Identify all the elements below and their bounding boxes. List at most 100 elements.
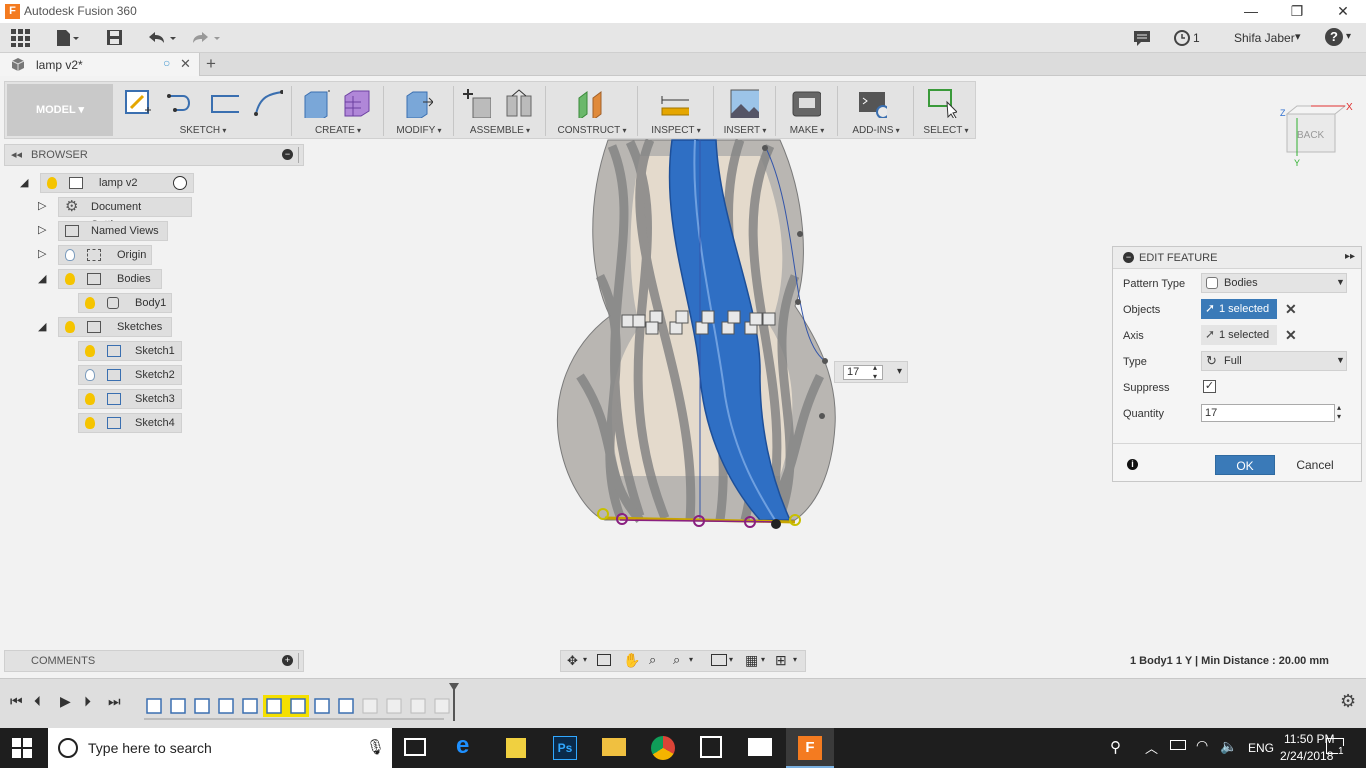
viewports-icon[interactable]: ⊞ xyxy=(775,652,787,669)
suppressed-feature-icon[interactable] xyxy=(386,698,402,714)
new-component-icon[interactable] xyxy=(461,88,491,118)
shell-feature-icon[interactable] xyxy=(242,698,258,714)
fusion-taskbar-button[interactable]: F xyxy=(786,728,834,768)
sticky-notes-icon[interactable] xyxy=(506,738,526,758)
sketch-feature-icon[interactable] xyxy=(194,698,210,714)
visibility-bulb-icon[interactable] xyxy=(85,345,95,357)
measure-icon[interactable] xyxy=(659,88,689,118)
tree-node-sketches[interactable]: Sketches xyxy=(58,317,172,337)
visibility-bulb-icon[interactable] xyxy=(85,393,95,405)
step-back-icon[interactable]: ⏴ xyxy=(34,693,41,710)
clear-axis-icon[interactable]: ✕ xyxy=(1285,327,1297,344)
sketch-group-label[interactable]: SKETCH xyxy=(117,125,289,136)
file-explorer-icon[interactable] xyxy=(602,738,626,756)
step-forward-icon[interactable]: ⏵ xyxy=(84,693,91,710)
browser-options-icon[interactable]: − xyxy=(282,149,293,160)
line-tool-icon[interactable] xyxy=(165,88,195,118)
expand-triangle-icon[interactable]: ▷ xyxy=(38,199,46,212)
toolbar-group-select[interactable]: SELECT xyxy=(917,82,975,138)
undo-icon[interactable] xyxy=(146,28,180,48)
expand-triangle-icon[interactable]: ◢ xyxy=(38,320,46,333)
suppress-checkbox[interactable]: ✓ xyxy=(1203,380,1216,393)
toolbar-group-sketch[interactable]: SKETCH xyxy=(117,82,289,138)
insert-group-label[interactable]: INSERT xyxy=(717,125,773,136)
collapse-browser-icon[interactable]: ◂◂ xyxy=(11,148,22,161)
view-cube[interactable]: BACK X Y Z xyxy=(1275,96,1359,168)
add-ins-group-label[interactable]: ADD-INS xyxy=(841,125,911,136)
toolbar-group-create[interactable]: CREATE xyxy=(295,82,381,138)
panel-resize-handle[interactable] xyxy=(298,147,299,163)
chevron-down-icon[interactable]: ▾ xyxy=(689,655,693,664)
tree-node-origin[interactable]: Origin xyxy=(58,245,152,265)
show-hidden-icons-chevron-icon[interactable]: ︿ xyxy=(1145,738,1158,757)
chevron-down-icon[interactable]: ▾ xyxy=(761,655,765,664)
activate-component-icon[interactable] xyxy=(173,176,187,190)
insert-image-icon[interactable] xyxy=(729,88,759,118)
go-to-end-icon[interactable]: ⏭ xyxy=(108,693,121,710)
comment-icon[interactable] xyxy=(1132,28,1152,48)
toolbar-group-insert[interactable]: INSERT xyxy=(717,82,773,138)
tree-node-body1[interactable]: Body1 xyxy=(78,293,172,313)
user-name[interactable]: Shifa Jaber xyxy=(1234,31,1295,45)
modify-group-label[interactable]: MODIFY xyxy=(387,125,451,136)
select-group-label[interactable]: SELECT xyxy=(917,125,975,136)
make-group-label[interactable]: MAKE xyxy=(779,125,835,136)
help-chevron-icon[interactable]: ▾ xyxy=(1346,31,1351,42)
document-tab[interactable]: lamp v2* ○ ✕ xyxy=(0,53,200,76)
job-status-icon[interactable] xyxy=(1173,28,1191,48)
scripts-add-ins-icon[interactable] xyxy=(857,88,887,118)
tree-node-sketch2[interactable]: Sketch2 xyxy=(78,365,182,385)
toolbar-group-inspect[interactable]: INSPECT xyxy=(641,82,711,138)
extrude-feature-icon[interactable] xyxy=(218,698,234,714)
task-view-icon[interactable] xyxy=(404,738,426,756)
close-tab-icon[interactable]: ✕ xyxy=(180,56,191,72)
pattern-type-select[interactable]: Bodies ▼ xyxy=(1201,273,1347,293)
workspace-switcher[interactable]: MODEL ▾ xyxy=(7,84,113,136)
loft-feature-icon[interactable] xyxy=(170,698,186,714)
restore-button[interactable]: ❐ xyxy=(1274,0,1320,23)
offset-plane-icon[interactable] xyxy=(575,88,605,118)
minimize-button[interactable]: — xyxy=(1228,0,1274,23)
create-group-label[interactable]: CREATE xyxy=(295,125,381,136)
windows-start-icon[interactable] xyxy=(12,738,36,762)
mail-icon[interactable] xyxy=(748,738,772,756)
expand-dialog-icon[interactable]: ▸▸ xyxy=(1345,251,1355,262)
visibility-bulb-icon[interactable] xyxy=(65,273,75,285)
battery-icon[interactable] xyxy=(1170,740,1186,750)
canvas-quantity-dropdown-icon[interactable]: ▾ xyxy=(897,366,902,377)
suppressed-feature-icon[interactable] xyxy=(434,698,450,714)
objects-selection-button[interactable]: ➚ 1 selected xyxy=(1201,299,1277,319)
chevron-down-icon[interactable]: ▾ xyxy=(583,655,587,664)
timeline-settings-gear-icon[interactable]: ⚙ xyxy=(1340,691,1356,712)
expand-triangle-icon[interactable]: ◢ xyxy=(38,272,46,285)
extrude-feature-icon[interactable] xyxy=(314,698,330,714)
quantity-spinner-icon[interactable]: ▴ ▾ xyxy=(873,363,877,381)
sketch-feature-icon[interactable] xyxy=(146,698,162,714)
chrome-icon[interactable] xyxy=(651,736,675,760)
orbit-icon[interactable]: ✥ xyxy=(567,653,578,669)
file-menu-icon[interactable] xyxy=(55,28,79,48)
quantity-spinner-icon[interactable]: ▴ ▾ xyxy=(1337,403,1341,421)
display-settings-icon[interactable] xyxy=(711,654,727,666)
look-at-icon[interactable] xyxy=(597,654,611,666)
app-grid-icon[interactable] xyxy=(11,29,31,49)
create-sketch-icon[interactable] xyxy=(123,88,153,118)
visibility-bulb-icon[interactable] xyxy=(47,177,57,189)
new-tab-button[interactable]: + xyxy=(206,54,216,74)
info-icon[interactable]: i xyxy=(1127,459,1138,470)
chevron-down-icon[interactable]: ▾ xyxy=(729,655,733,664)
language-indicator[interactable]: ENG xyxy=(1248,741,1274,755)
pattern-feature-icon[interactable] xyxy=(338,698,354,714)
wifi-icon[interactable]: ◠ xyxy=(1196,737,1208,754)
cancel-button[interactable]: Cancel xyxy=(1285,455,1345,475)
tree-node-bodies[interactable]: Bodies xyxy=(58,269,162,289)
help-icon[interactable]: ? xyxy=(1325,28,1343,46)
rectangle-tool-icon[interactable] xyxy=(209,88,239,118)
taskbar-search-box[interactable]: Type here to search 🎙 xyxy=(48,728,392,768)
toolbar-group-add-ins[interactable]: ADD-INS xyxy=(841,82,911,138)
form-icon[interactable] xyxy=(341,88,371,118)
inspect-group-label[interactable]: INSPECT xyxy=(641,125,711,136)
tree-node-sketch4[interactable]: Sketch4 xyxy=(78,413,182,433)
grid-settings-icon[interactable]: ▦ xyxy=(745,652,758,669)
toolbar-group-modify[interactable]: MODIFY xyxy=(387,82,451,138)
